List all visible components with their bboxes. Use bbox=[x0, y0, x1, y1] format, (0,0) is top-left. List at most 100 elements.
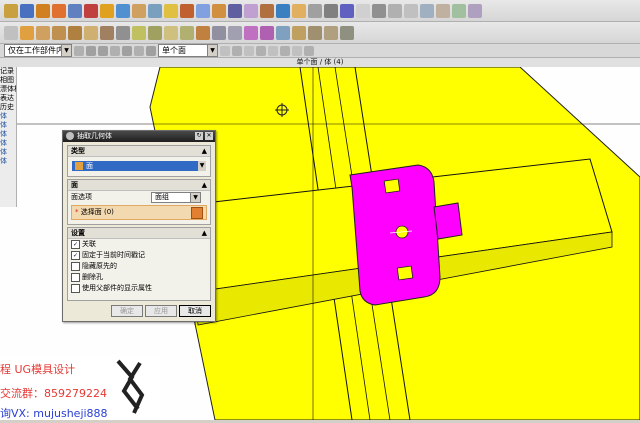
type-select[interactable]: 面 ▼ bbox=[72, 161, 206, 171]
chamfer-icon[interactable] bbox=[116, 3, 130, 18]
rotate-icon[interactable] bbox=[180, 25, 194, 40]
close-icon[interactable]: ✕ bbox=[205, 132, 213, 140]
datum-icon[interactable] bbox=[420, 3, 434, 18]
select-face-icon[interactable] bbox=[191, 207, 203, 219]
delete-face-icon[interactable] bbox=[292, 3, 306, 18]
delete-holes-option[interactable]: 删除孔 bbox=[68, 272, 210, 283]
navigator-item[interactable]: 历史 bbox=[0, 103, 16, 112]
navigator-item[interactable]: 体 bbox=[0, 148, 16, 157]
wireframe-icon[interactable] bbox=[116, 25, 130, 40]
blend-icon[interactable] bbox=[100, 3, 114, 18]
curve-icon[interactable] bbox=[388, 3, 402, 18]
extrude-icon[interactable] bbox=[52, 3, 66, 18]
fit-icon[interactable] bbox=[132, 25, 146, 40]
sew-icon[interactable] bbox=[228, 3, 242, 18]
apply-button[interactable]: 应用 bbox=[145, 305, 177, 317]
navigator-item[interactable]: 体 bbox=[0, 130, 16, 139]
line-icon[interactable] bbox=[308, 3, 322, 18]
undo-icon[interactable] bbox=[20, 3, 34, 18]
view-iso-icon[interactable] bbox=[84, 25, 98, 40]
hole-icon[interactable] bbox=[68, 3, 82, 18]
wave-icon[interactable] bbox=[340, 25, 354, 40]
sketch-icon[interactable] bbox=[404, 3, 418, 18]
boolean-icon[interactable] bbox=[84, 3, 98, 18]
snap-point-icon[interactable] bbox=[280, 45, 290, 56]
select-face-row[interactable]: * 选择面 (0) bbox=[71, 205, 207, 220]
ok-button[interactable]: 确定 bbox=[111, 305, 143, 317]
replace-face-icon[interactable] bbox=[276, 3, 290, 18]
associative-checkbox[interactable]: ✓ bbox=[71, 240, 80, 249]
snap-point-icon[interactable] bbox=[244, 45, 254, 56]
face-option-select[interactable]: 面组 ▼ bbox=[151, 191, 201, 203]
show-icon[interactable] bbox=[228, 25, 242, 40]
navigator-item[interactable]: 体 bbox=[0, 157, 16, 166]
parent-display-option[interactable]: 使用父部件的显示属性 bbox=[68, 283, 210, 294]
filter-icon[interactable] bbox=[98, 45, 108, 56]
navigator-item[interactable]: 记录 bbox=[0, 67, 16, 76]
snap-point-icon[interactable] bbox=[304, 45, 314, 56]
filter-icon[interactable] bbox=[86, 45, 96, 56]
hide-icon[interactable] bbox=[212, 25, 226, 40]
assembly-icon[interactable] bbox=[292, 25, 306, 40]
filter-icon[interactable] bbox=[110, 45, 120, 56]
assembly-scope-select[interactable]: 仅在工作部件内 ▼ bbox=[4, 44, 72, 57]
offset-icon[interactable] bbox=[212, 3, 226, 18]
zoom-icon[interactable] bbox=[148, 25, 162, 40]
navigator-item[interactable]: 相图 bbox=[0, 76, 16, 85]
view-top-icon[interactable] bbox=[52, 25, 66, 40]
constraint-icon[interactable] bbox=[324, 25, 338, 40]
wcs-icon[interactable] bbox=[276, 25, 290, 40]
shaded-icon[interactable] bbox=[100, 25, 114, 40]
reset-icon[interactable]: ↻ bbox=[195, 132, 203, 140]
select-icon[interactable] bbox=[4, 25, 18, 40]
view-right-icon[interactable] bbox=[68, 25, 82, 40]
filter-icon[interactable] bbox=[146, 45, 156, 56]
component-icon[interactable] bbox=[308, 25, 322, 40]
part-navigator[interactable]: 记录 相图 漂体机 表达 历史 体 体 体 体 体 体 bbox=[0, 67, 17, 207]
cube-icon[interactable] bbox=[36, 3, 50, 18]
navigator-item[interactable]: 表达 bbox=[0, 94, 16, 103]
mirror-icon[interactable] bbox=[180, 3, 194, 18]
gear-icon[interactable] bbox=[4, 3, 18, 18]
fix-timestamp-checkbox[interactable]: ✓ bbox=[71, 251, 80, 260]
arc-icon[interactable] bbox=[324, 3, 338, 18]
snap-icon[interactable] bbox=[20, 25, 34, 40]
move-face-icon[interactable] bbox=[260, 3, 274, 18]
snap-point-icon[interactable] bbox=[232, 45, 242, 56]
dialog-titlebar[interactable]: 抽取几何体 ↻ ✕ bbox=[63, 131, 215, 142]
snap-point-icon[interactable] bbox=[292, 45, 302, 56]
spline-icon[interactable] bbox=[372, 3, 386, 18]
color-icon[interactable] bbox=[244, 25, 258, 40]
hide-original-checkbox[interactable] bbox=[71, 262, 80, 271]
snap-point-icon[interactable] bbox=[220, 45, 230, 56]
draft-icon[interactable] bbox=[148, 3, 162, 18]
navigator-item[interactable]: 体 bbox=[0, 121, 16, 130]
layer-icon[interactable] bbox=[468, 3, 482, 18]
navigator-item[interactable]: 体 bbox=[0, 112, 16, 121]
point-icon[interactable] bbox=[340, 3, 354, 18]
associative-option[interactable]: ✓ 关联 bbox=[68, 239, 210, 250]
pattern-icon[interactable] bbox=[164, 3, 178, 18]
navigator-item[interactable]: 漂体机 bbox=[0, 85, 16, 94]
hide-original-option[interactable]: 隐藏原先的 bbox=[68, 261, 210, 272]
section-icon[interactable] bbox=[196, 25, 210, 40]
parent-display-checkbox[interactable] bbox=[71, 284, 80, 293]
shell-icon[interactable] bbox=[132, 3, 146, 18]
cancel-button[interactable]: 取消 bbox=[179, 305, 211, 317]
measure-icon[interactable] bbox=[436, 3, 450, 18]
patch-icon[interactable] bbox=[244, 3, 258, 18]
filter-icon[interactable] bbox=[134, 45, 144, 56]
edit-object-icon[interactable] bbox=[260, 25, 274, 40]
type-group-header[interactable]: 类型 ▲ bbox=[68, 146, 210, 157]
pan-icon[interactable] bbox=[164, 25, 178, 40]
face-group-header[interactable]: 面 ▲ bbox=[68, 180, 210, 191]
face-rule-select[interactable]: 单个面 ▼ bbox=[158, 44, 218, 57]
trim-icon[interactable] bbox=[196, 3, 210, 18]
fix-timestamp-option[interactable]: ✓ 固定于当前时间戳记 bbox=[68, 250, 210, 261]
delete-holes-checkbox[interactable] bbox=[71, 273, 80, 282]
filter-icon[interactable] bbox=[74, 45, 84, 56]
analysis-icon[interactable] bbox=[452, 3, 466, 18]
text-icon[interactable] bbox=[356, 3, 370, 18]
snap-point-icon[interactable] bbox=[268, 45, 278, 56]
settings-group-header[interactable]: 设置 ▲ bbox=[68, 228, 210, 239]
